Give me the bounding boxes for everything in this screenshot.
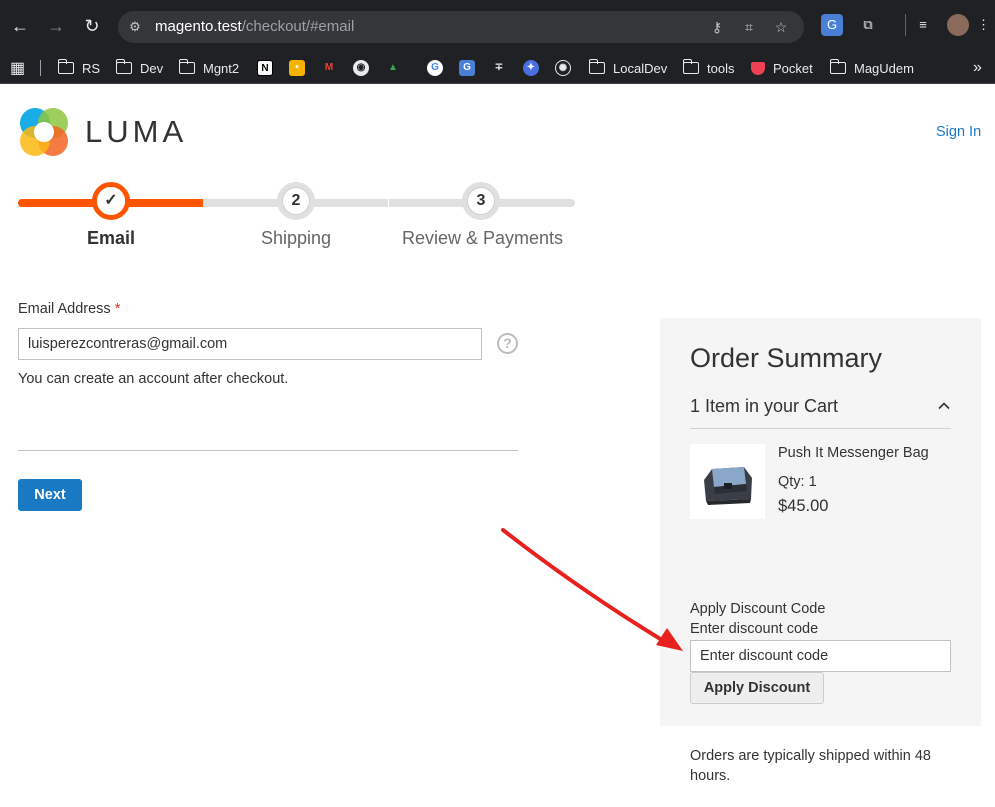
address-bar[interactable]: ⚙ magento.test/checkout/#email ⚷ ⌗ ☆ <box>118 11 804 43</box>
product-name: Push It Messenger Bag <box>778 445 929 461</box>
product-price: $45.00 <box>778 497 829 515</box>
extensions-puzzle-icon[interactable]: ⧉ <box>857 14 879 36</box>
bookmark-pocket[interactable]: Pocket <box>751 56 813 80</box>
keep-icon[interactable]: • <box>289 60 305 76</box>
step-number: 2 <box>282 187 310 215</box>
translate-bookmark-icon[interactable]: G <box>459 60 475 76</box>
bookmarks-divider <box>40 60 41 76</box>
step-label-shipping[interactable]: Shipping <box>261 228 331 249</box>
key-icon[interactable]: ⚷ <box>708 18 726 36</box>
openai-icon[interactable]: ✺ <box>555 60 571 76</box>
cart-count-toggle[interactable]: 1 Item in your Cart <box>690 396 838 417</box>
sign-in-link[interactable]: Sign In <box>936 124 981 140</box>
step-email-marker: ✓ <box>92 182 130 220</box>
required-mark: * <box>114 301 121 317</box>
bookmark-folder-mgnt2[interactable]: Mgnt2 <box>178 56 240 80</box>
translate-icon[interactable]: ⌗ <box>740 18 758 36</box>
apps-grid-icon[interactable]: ▦ <box>10 56 25 80</box>
forward-icon[interactable]: → <box>44 14 68 38</box>
site-settings-icon[interactable]: ⚙ <box>126 18 144 36</box>
folder-icon <box>829 59 846 74</box>
tool-icon[interactable]: ∓ <box>491 60 507 76</box>
step-shipping-marker[interactable]: 2 <box>277 182 315 220</box>
logo-text[interactable]: LUMA <box>85 114 187 150</box>
bookmark-label: Dev <box>140 60 164 76</box>
bookmarks-overflow-icon[interactable]: » <box>973 56 982 80</box>
order-summary-title: Order Summary <box>690 343 883 373</box>
bookmark-folder-localdev[interactable]: LocalDev <box>588 56 668 80</box>
url-text: magento.test/checkout/#email <box>155 19 354 35</box>
step-label-review[interactable]: Review & Payments <box>402 228 563 249</box>
reload-icon[interactable]: ↻ <box>80 14 104 38</box>
star-icon[interactable]: ☆ <box>772 18 790 36</box>
apply-discount-button[interactable]: Apply Discount <box>690 672 824 704</box>
bookmark-label: RS <box>82 60 101 76</box>
folder-icon <box>682 59 699 74</box>
discount-code-input[interactable] <box>690 640 951 672</box>
menu-kebab-icon[interactable]: ⋮ <box>977 14 990 36</box>
bookmark-label: tools <box>707 60 735 76</box>
step-review-marker[interactable]: 3 <box>462 182 500 220</box>
summary-divider <box>690 428 951 429</box>
folder-icon <box>588 59 605 74</box>
bookmark-folder-rs[interactable]: RS <box>57 56 101 80</box>
form-divider <box>18 450 518 451</box>
avatar[interactable] <box>947 14 969 36</box>
next-button[interactable]: Next <box>18 479 82 511</box>
browser-toolbar: ← → ↻ ⚙ magento.test/checkout/#email ⚷ ⌗… <box>0 0 995 52</box>
globe-icon[interactable]: ◉ <box>353 60 369 76</box>
url-host: magento.test <box>155 18 242 35</box>
shipping-note: Orders are typically shipped within 48 h… <box>690 748 931 784</box>
google-translate-extension-icon[interactable]: G <box>821 14 843 36</box>
checkmark-icon: ✓ <box>97 187 125 215</box>
chevron-up-icon[interactable] <box>938 400 950 412</box>
pocket-icon <box>751 61 765 75</box>
help-icon[interactable]: ? <box>497 333 518 354</box>
bookmark-label: Pocket <box>773 60 813 76</box>
drive-icon[interactable]: ▲ <box>385 60 401 76</box>
bookmark-folder-dev[interactable]: Dev <box>115 56 164 80</box>
email-label-text: Email Address <box>18 301 111 317</box>
bookmark-folder-magudem[interactable]: MagUdem <box>829 56 914 80</box>
bookmarks-bar: ▦ RS Dev Mgnt2 N • M ◉ ▲ G G ∓ ✦ ✺ Local… <box>0 52 995 84</box>
folder-icon <box>178 59 195 74</box>
google-icon[interactable]: G <box>427 60 443 76</box>
discount-title[interactable]: Apply Discount Code <box>690 601 825 617</box>
back-icon[interactable]: ← <box>8 14 32 38</box>
email-field[interactable] <box>18 328 482 360</box>
progress-separator <box>388 199 389 207</box>
account-note: You can create an account after checkout… <box>18 371 289 387</box>
folder-icon <box>57 59 74 74</box>
notion-icon[interactable]: N <box>257 60 273 76</box>
product-thumbnail[interactable] <box>690 444 765 519</box>
bookmark-label: Mgnt2 <box>203 60 240 76</box>
bookmark-label: MagUdem <box>854 60 914 76</box>
step-label-email: Email <box>87 228 136 248</box>
compass-icon[interactable]: ✦ <box>523 60 539 76</box>
bookmark-label: LocalDev <box>613 60 668 76</box>
bookmark-folder-tools[interactable]: tools <box>682 56 735 80</box>
url-path: /checkout/#email <box>241 18 355 35</box>
discount-label: Enter discount code <box>690 621 819 637</box>
media-queue-icon[interactable]: ≡ <box>912 14 934 36</box>
product-qty: Qty: 1 <box>778 474 817 490</box>
toolbar-divider <box>905 14 911 36</box>
gmail-icon[interactable]: M <box>321 60 337 76</box>
folder-icon <box>115 59 132 74</box>
email-label: Email Address * <box>18 301 120 317</box>
step-number: 3 <box>467 187 495 215</box>
luma-logo-icon[interactable] <box>18 106 70 158</box>
